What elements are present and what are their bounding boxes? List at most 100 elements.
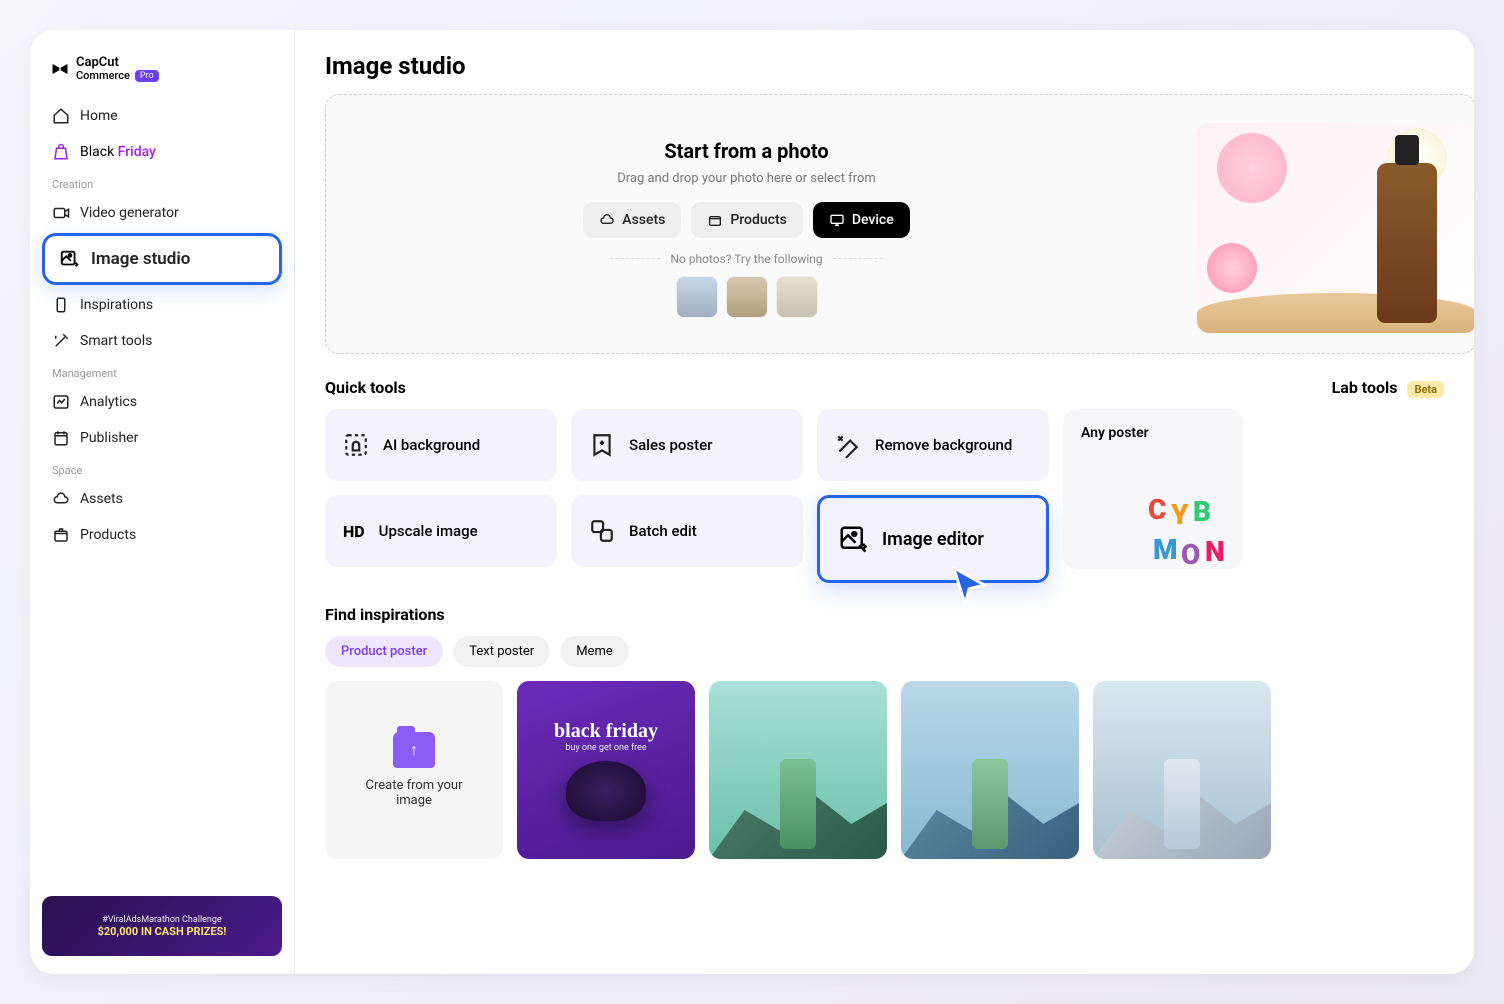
nav-label: Analytics [80, 394, 137, 410]
nav-section-management: Management [42, 359, 282, 384]
button-label: Products [730, 212, 787, 228]
batch-icon [589, 518, 615, 544]
sample-thumb[interactable] [726, 276, 768, 318]
tool-batch-edit[interactable]: Batch edit [571, 495, 803, 567]
cloud-icon [599, 212, 615, 228]
tool-label: Batch edit [629, 522, 697, 540]
nav-label: Video generator [80, 205, 179, 221]
inspiration-grid: Create from your image black friday buy … [325, 681, 1474, 859]
nav-label: Assets [80, 491, 123, 507]
button-label: Assets [622, 212, 665, 228]
nav-label: Image studio [91, 249, 190, 269]
sales-poster-icon [589, 432, 615, 458]
nav-label: Inspirations [80, 297, 153, 313]
insp-template[interactable] [1093, 681, 1271, 859]
nav-products[interactable]: Products [42, 517, 282, 553]
ai-background-icon [343, 432, 369, 458]
insp-template[interactable] [901, 681, 1079, 859]
chip-product-poster[interactable]: Product poster [325, 636, 443, 667]
inspirations-heading: Find inspirations [325, 605, 1474, 624]
nav-label: Smart tools [80, 333, 152, 349]
nav-video-generator[interactable]: Video generator [42, 195, 282, 231]
eraser-icon [835, 432, 861, 458]
page-title: Image studio [325, 52, 1474, 80]
button-label: Device [852, 212, 894, 228]
inspiration-chips: Product poster Text poster Meme [325, 636, 1474, 667]
promo-line1: #ViralAdsMarathon Challenge [102, 915, 221, 925]
tool-upscale-image[interactable]: HD Upscale image [325, 495, 557, 567]
nav-inspirations[interactable]: Inspirations [42, 287, 282, 323]
earbuds-image [566, 761, 646, 821]
nav-home[interactable]: Home [42, 98, 282, 134]
create-label: Create from your image [354, 778, 474, 808]
quick-tools-heading: Quick tools [325, 378, 406, 397]
image-studio-icon [59, 248, 81, 270]
upload-dropzone[interactable]: Start from a photo Drag and drop your ph… [325, 94, 1474, 354]
upload-device-button[interactable]: Device [813, 202, 910, 238]
tool-image-editor[interactable]: Image editor [817, 495, 1049, 583]
brand-sub: Commerce [76, 70, 130, 82]
sample-thumb[interactable] [776, 276, 818, 318]
chip-text-poster[interactable]: Text poster [453, 636, 550, 667]
nav-label: Publisher [80, 430, 138, 446]
box-icon [52, 526, 70, 544]
nav-bf-friday: Friday [118, 144, 156, 160]
nav-black-friday[interactable]: Black Friday [42, 134, 282, 170]
nav-analytics[interactable]: Analytics [42, 384, 282, 420]
upload-subtitle: Drag and drop your photo here or select … [617, 171, 876, 186]
app-window: CapCut Commerce Pro Home Black Friday Cr… [30, 30, 1474, 974]
try-following-label: No photos? Try the following [610, 252, 882, 266]
nav-label: Home [80, 108, 118, 124]
upload-folder-icon [393, 732, 435, 768]
nav-bf-black: Black [80, 144, 114, 160]
insp-create-from-image[interactable]: Create from your image [325, 681, 503, 859]
sample-thumb[interactable] [676, 276, 718, 318]
bf-subtitle: buy one get one free [565, 743, 646, 753]
svg-text:C: C [1148, 493, 1166, 526]
tool-label: Upscale image [379, 522, 478, 540]
nav-smart-tools[interactable]: Smart tools [42, 323, 282, 359]
lab-tool-label: Any poster [1081, 425, 1225, 441]
balloons-image: C Y B M O N [1143, 479, 1243, 569]
brand-name: CapCut [76, 56, 159, 70]
tool-label: Sales poster [629, 436, 712, 454]
nav-label: Products [80, 527, 136, 543]
nav-publisher[interactable]: Publisher [42, 420, 282, 456]
nav-assets[interactable]: Assets [42, 481, 282, 517]
beta-badge: Beta [1407, 381, 1444, 398]
tool-label: AI background [383, 436, 480, 454]
svg-text:N: N [1205, 535, 1225, 568]
nav-image-studio[interactable]: Image studio [42, 233, 282, 285]
brand-logo: CapCut Commerce Pro [42, 48, 282, 98]
calendar-icon [52, 429, 70, 447]
tool-label: Remove background [875, 436, 1012, 454]
quick-tools-grid: AI background Sales poster Remove backgr… [325, 409, 1049, 583]
svg-text:B: B [1193, 495, 1211, 528]
magic-wand-icon [52, 332, 70, 350]
nav-section-creation: Creation [42, 170, 282, 195]
pro-badge: Pro [135, 70, 159, 82]
tool-ai-background[interactable]: AI background [325, 409, 557, 481]
phone-icon [52, 296, 70, 314]
upload-assets-button[interactable]: Assets [583, 202, 681, 238]
sample-thumbnails [676, 276, 818, 318]
hero-preview-image [1197, 123, 1474, 333]
promo-line2: $20,000 IN CASH PRIZES! [98, 925, 227, 938]
chip-meme[interactable]: Meme [560, 636, 629, 667]
cloud-icon [52, 490, 70, 508]
shopping-bag-icon [52, 143, 70, 161]
promo-banner[interactable]: #ViralAdsMarathon Challenge $20,000 IN C… [42, 896, 282, 956]
box-icon [707, 212, 723, 228]
tool-sales-poster[interactable]: Sales poster [571, 409, 803, 481]
chart-icon [52, 393, 70, 411]
lab-tool-any-poster[interactable]: Any poster C Y B M O N [1063, 409, 1243, 569]
capcut-logo-icon [50, 59, 70, 79]
upload-products-button[interactable]: Products [691, 202, 803, 238]
cursor-pointer-icon [946, 562, 992, 608]
tool-label: Image editor [882, 529, 984, 550]
insp-black-friday[interactable]: black friday buy one get one free [517, 681, 695, 859]
tool-remove-background[interactable]: Remove background [817, 409, 1049, 481]
video-icon [52, 204, 70, 222]
insp-template[interactable] [709, 681, 887, 859]
lab-tools-heading: Lab tools Beta [1332, 378, 1444, 397]
